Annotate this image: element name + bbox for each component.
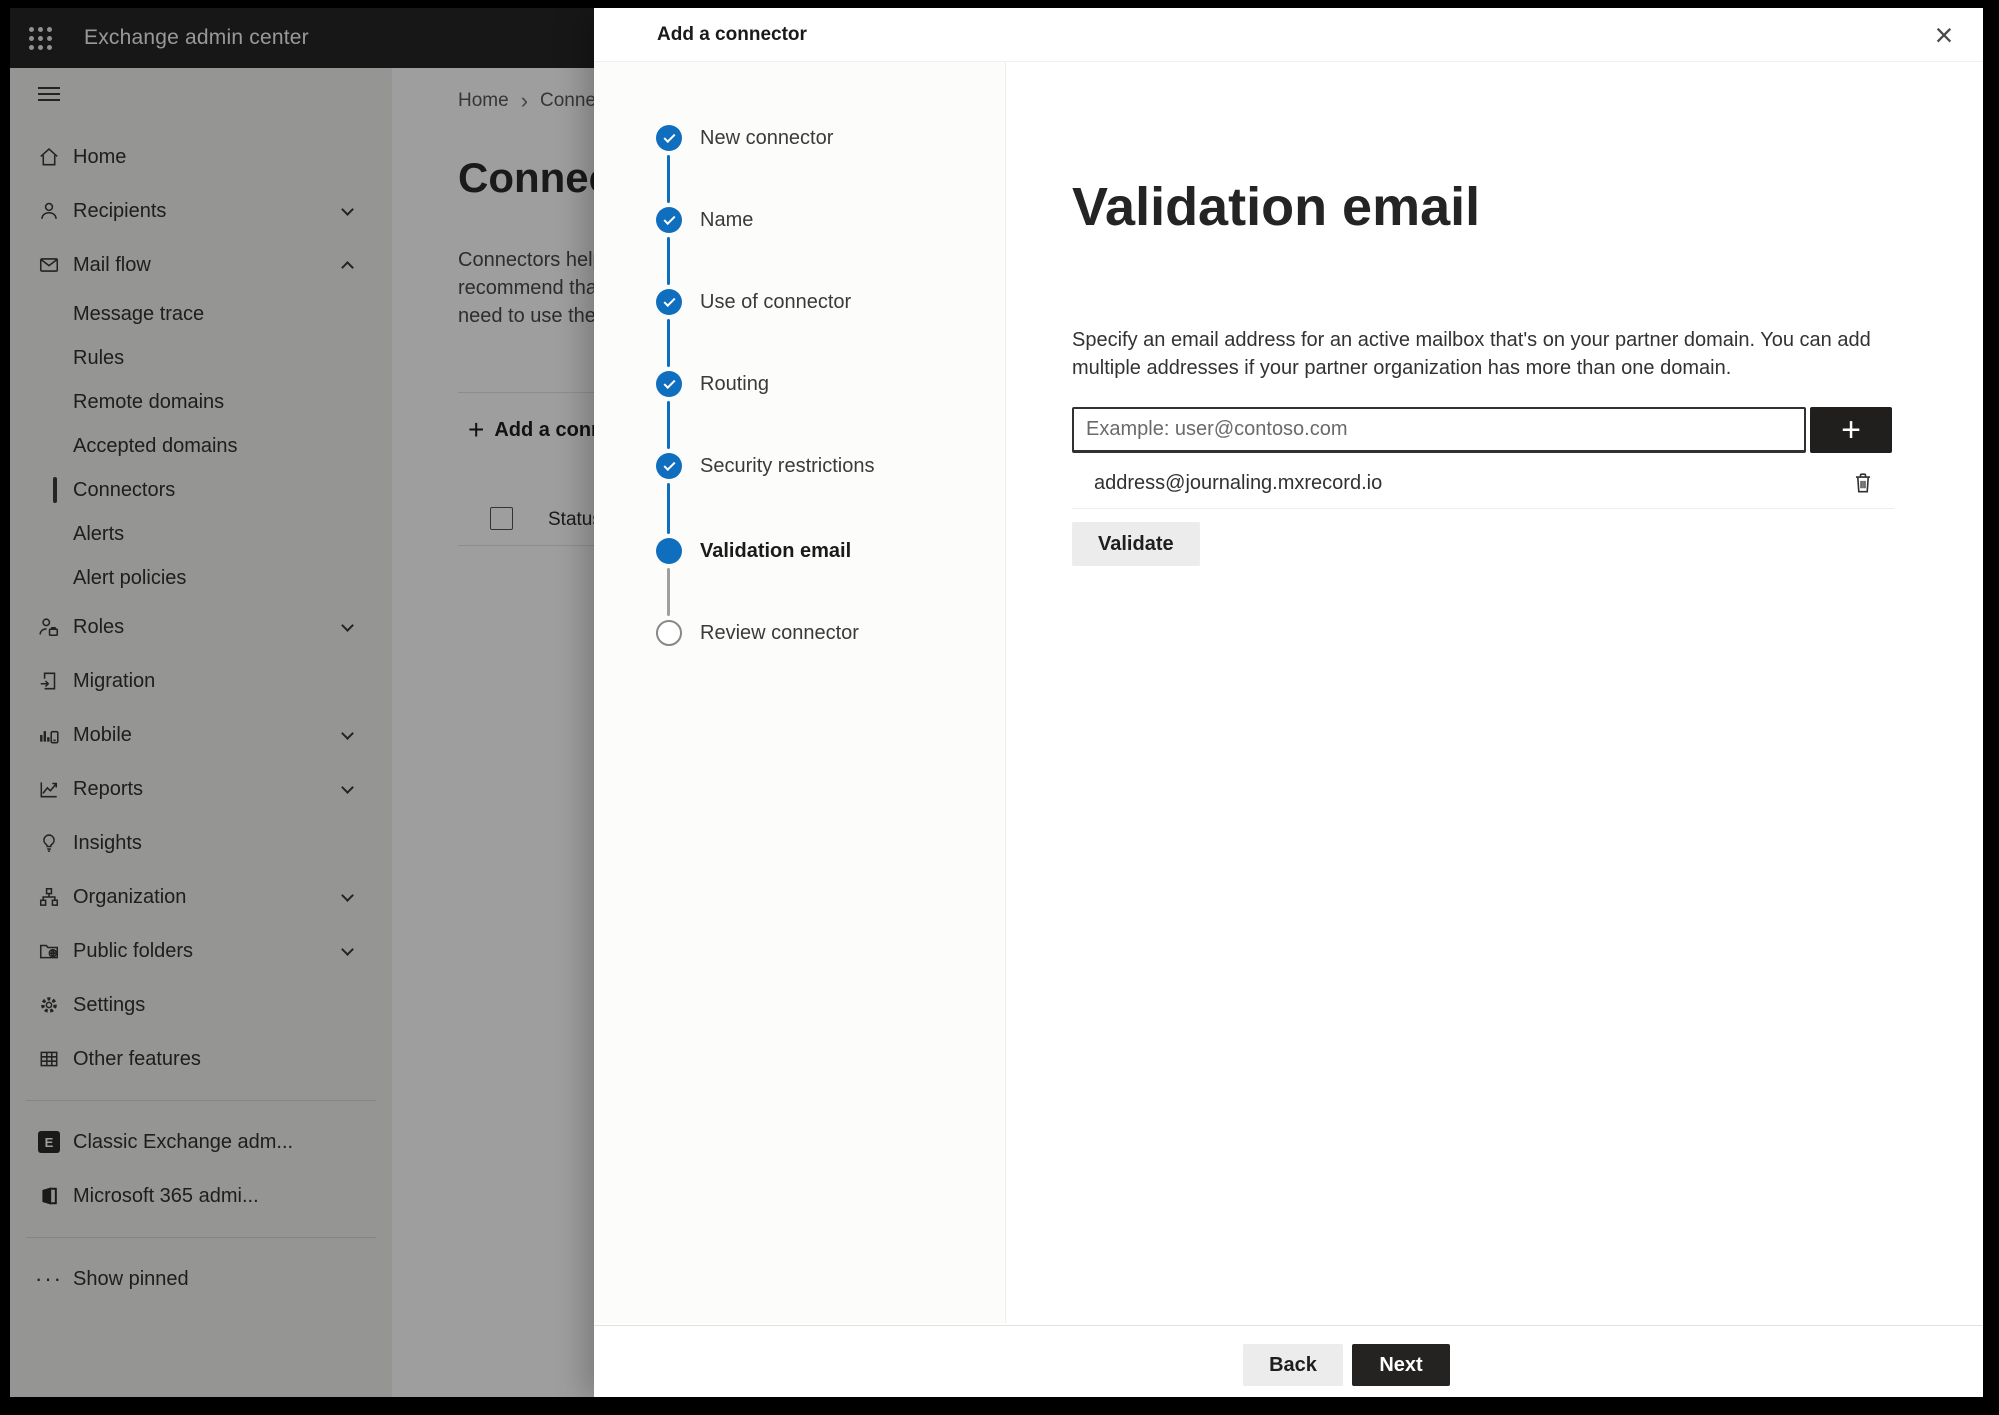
step-upcoming-icon bbox=[656, 620, 682, 646]
wizard-rail bbox=[594, 62, 1006, 1323]
step-label: New connector bbox=[700, 126, 834, 149]
screenshot-frame: Exchange admin center Home Recipients Ma… bbox=[0, 0, 1999, 1415]
check-icon bbox=[662, 376, 676, 389]
step-complete-icon bbox=[656, 289, 682, 315]
next-button[interactable]: Next bbox=[1352, 1344, 1450, 1386]
wizard-step-use-of-connector[interactable]: Use of connector bbox=[656, 288, 1975, 316]
check-icon bbox=[662, 130, 676, 143]
divider bbox=[1072, 508, 1894, 509]
modal-scrim bbox=[10, 8, 594, 1397]
step-heading: Validation email bbox=[1072, 177, 1481, 237]
validation-email-input[interactable] bbox=[1072, 407, 1806, 453]
panel-header: Add a connector × bbox=[594, 8, 1983, 62]
panel-footer: Back Next bbox=[594, 1325, 1983, 1397]
panel-title: Add a connector bbox=[657, 23, 807, 45]
step-label: Use of connector bbox=[700, 290, 852, 313]
step-connector-line bbox=[667, 483, 670, 534]
check-icon bbox=[662, 294, 676, 307]
step-label: Name bbox=[700, 208, 754, 231]
step-connector-line bbox=[667, 319, 670, 367]
trash-icon bbox=[1855, 473, 1871, 493]
step-complete-icon bbox=[656, 371, 682, 397]
step-label: Routing bbox=[700, 372, 769, 395]
app-window: Exchange admin center Home Recipients Ma… bbox=[10, 8, 1983, 1397]
step-label: Security restrictions bbox=[700, 454, 875, 477]
step-complete-icon bbox=[656, 453, 682, 479]
wizard-step-new-connector[interactable]: New connector bbox=[656, 124, 1975, 152]
address-text: address@journaling.mxrecord.io bbox=[1094, 471, 1383, 494]
back-button[interactable]: Back bbox=[1243, 1344, 1343, 1386]
close-icon: × bbox=[1934, 16, 1954, 53]
delete-address-button[interactable] bbox=[1846, 466, 1880, 500]
wizard-step-review-connector[interactable]: Review connector bbox=[656, 619, 1975, 647]
check-icon bbox=[662, 458, 676, 471]
step-description: Specify an email address for an active m… bbox=[1072, 329, 1871, 379]
step-connector-line bbox=[667, 568, 670, 616]
step-connector-line bbox=[667, 237, 670, 285]
email-input-row: + bbox=[1072, 407, 1892, 453]
step-complete-icon bbox=[656, 125, 682, 151]
address-list-item: address@journaling.mxrecord.io bbox=[1072, 460, 1894, 506]
check-icon bbox=[662, 212, 676, 225]
step-connector-line bbox=[667, 155, 670, 203]
step-connector-line bbox=[667, 401, 670, 449]
close-button[interactable]: × bbox=[1923, 14, 1965, 56]
plus-icon: + bbox=[1841, 411, 1861, 449]
wizard-step-validation-email[interactable]: Validation email bbox=[656, 537, 1975, 565]
step-label: Review connector bbox=[700, 621, 859, 644]
validate-button[interactable]: Validate bbox=[1072, 522, 1200, 566]
step-current-icon bbox=[656, 538, 682, 564]
add-address-button[interactable]: + bbox=[1810, 407, 1892, 453]
add-connector-panel: Add a connector × New connector Name Use… bbox=[594, 8, 1983, 1397]
step-complete-icon bbox=[656, 207, 682, 233]
step-label: Validation email bbox=[700, 539, 852, 562]
